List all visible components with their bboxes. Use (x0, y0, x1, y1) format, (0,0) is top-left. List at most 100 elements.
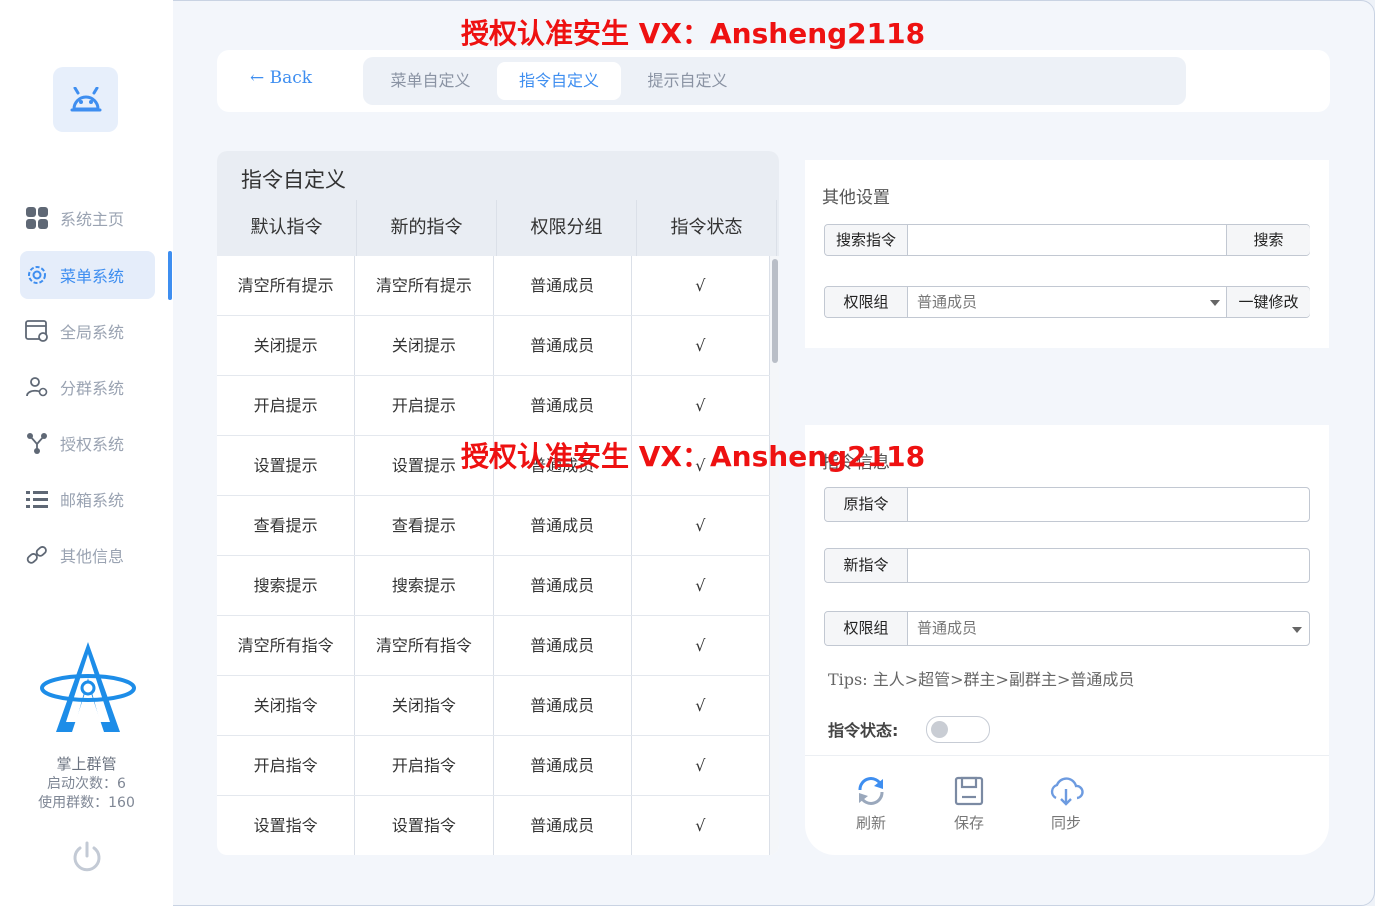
table-cell: 普通成员 (494, 616, 632, 675)
table-cell: 设置指令 (355, 796, 494, 855)
sidebar-item-home[interactable]: 系统主页 (20, 194, 155, 242)
sync-button[interactable]: 同步 (1036, 776, 1096, 833)
table-row[interactable]: 查看提示 查看提示 普通成员 √ (217, 496, 770, 556)
table-row[interactable]: 开启提示 开启提示 普通成员 √ (217, 376, 770, 436)
cloud-sync-icon (1050, 777, 1084, 806)
table-body: 清空所有提示 清空所有提示 普通成员 √ 关闭提示 关闭提示 普通成员 √ 开启提示 开启提示 普通… (217, 256, 770, 855)
table-cell: 搜索提示 (217, 556, 356, 615)
android-logo (53, 67, 118, 132)
power-icon[interactable] (70, 840, 104, 874)
refresh-label: 刷新 (855, 814, 886, 832)
users-icon (24, 374, 50, 400)
table-cell: 关闭指令 (355, 676, 494, 735)
new-command-label: 新指令 (825, 549, 908, 582)
table-row[interactable]: 关闭指令 关闭指令 普通成员 √ (217, 676, 770, 736)
table-cell: 设置指令 (217, 796, 356, 855)
toggle-knob (931, 721, 948, 738)
sidebar-item-label: 全局系统 (60, 323, 125, 342)
table-row[interactable]: 搜索提示 搜索提示 普通成员 √ (217, 556, 770, 616)
status-check-cell: √ (632, 256, 770, 315)
sidebar-item-label: 系统主页 (60, 210, 125, 229)
original-command-input[interactable] (917, 488, 1297, 521)
refresh-button[interactable]: 刷新 (841, 776, 901, 833)
new-command-input[interactable] (917, 549, 1297, 582)
sidebar-item-group[interactable]: 分群系统 (20, 363, 155, 411)
status-check-cell: √ (632, 316, 770, 375)
save-button[interactable]: 保存 (939, 776, 999, 833)
android-icon (70, 86, 101, 111)
table-cell: 清空所有指令 (355, 616, 494, 675)
tips-text: Tips: 主人>超管>群主>副群主>普通成员 (828, 670, 1135, 689)
sidebar-item-global[interactable]: 全局系统 (20, 307, 155, 355)
link-icon (24, 542, 50, 568)
save-label: 保存 (953, 814, 984, 832)
sidebar-item-auth[interactable]: 授权系统 (20, 419, 155, 467)
grid-icon (24, 205, 50, 231)
table-row[interactable]: 开启指令 开启指令 普通成员 √ (217, 736, 770, 796)
table-cell: 关闭提示 (217, 316, 356, 375)
table-cell: 清空所有提示 (355, 256, 494, 315)
launch-count: 启动次数：6 (47, 776, 126, 792)
group-label: 权限组 (825, 287, 908, 317)
group-select[interactable]: 普通成员 (917, 287, 977, 317)
sidebar: 系统主页 菜单系统 全局系统 分群系统 授权系统 邮箱系统 其他信息 掌上群管 … (0, 0, 173, 906)
table-cell: 普通成员 (494, 796, 632, 855)
status-check-cell: √ (632, 556, 770, 615)
list-icon (24, 486, 50, 512)
column-header[interactable]: 权限分组 (497, 200, 637, 256)
table-cell: 关闭提示 (355, 316, 494, 375)
window-settings-icon (24, 318, 50, 344)
table-cell: 普通成员 (494, 316, 632, 375)
status-label: 指令状态: (828, 721, 899, 740)
table-row[interactable]: 关闭提示 关闭提示 普通成员 √ (217, 316, 770, 376)
sync-label: 同步 (1050, 814, 1081, 832)
sidebar-item-mail[interactable]: 邮箱系统 (20, 475, 155, 523)
table-cell: 搜索提示 (355, 556, 494, 615)
chevron-down-icon[interactable] (1210, 300, 1220, 306)
save-icon (954, 776, 984, 806)
search-input[interactable] (917, 225, 1217, 255)
search-button[interactable]: 搜索 (1226, 225, 1310, 255)
table-title: 指令自定义 (241, 168, 346, 192)
bulk-modify-button[interactable]: 一键修改 (1226, 287, 1310, 317)
table-cell: 关闭指令 (217, 676, 356, 735)
chevron-down-icon[interactable] (1292, 627, 1302, 633)
table-cell: 开启指令 (355, 736, 494, 795)
column-header[interactable]: 指令状态 (637, 200, 777, 256)
table-cell: 普通成员 (494, 736, 632, 795)
table-cell: 普通成员 (494, 496, 632, 555)
scrollbar-thumb[interactable] (772, 259, 778, 363)
table-row[interactable]: 清空所有指令 清空所有指令 普通成员 √ (217, 616, 770, 676)
table-row[interactable]: 清空所有提示 清空所有提示 普通成员 √ (217, 256, 770, 316)
tab-command-custom[interactable]: 指令自定义 (497, 62, 621, 100)
status-check-cell: √ (632, 736, 770, 795)
group-select-field: 权限组 普通成员 一键修改 (824, 286, 1310, 318)
refresh-icon (858, 777, 884, 805)
sidebar-item-menu[interactable]: 菜单系统 (20, 251, 155, 299)
search-field: 搜索指令 搜索 (824, 224, 1310, 256)
status-check-cell: √ (632, 496, 770, 555)
status-toggle[interactable] (926, 716, 990, 743)
info-group-select[interactable]: 普通成员 (917, 612, 977, 645)
table-row[interactable]: 设置指令 设置指令 普通成员 √ (217, 796, 770, 855)
search-label: 搜索指令 (825, 225, 908, 255)
info-group-select-field: 权限组 普通成员 (824, 611, 1310, 646)
column-header[interactable]: 新的指令 (357, 200, 497, 256)
table-cell: 开启提示 (355, 376, 494, 435)
watermark-text: 授权认准安生 VX：Ansheng2118 (461, 17, 926, 50)
status-check-cell: √ (632, 616, 770, 675)
command-table-panel: 指令自定义 默认指令 新的指令 权限分组 指令状态 清空所有提示 清空所有提示 普通… (217, 151, 779, 855)
sidebar-item-other[interactable]: 其他信息 (20, 531, 155, 579)
brand-logo-icon (40, 642, 136, 732)
table-cell: 清空所有提示 (217, 256, 356, 315)
sidebar-item-label: 授权系统 (60, 435, 125, 454)
gear-icon (24, 262, 50, 288)
table-cell: 查看提示 (217, 496, 356, 555)
tab-menu-custom[interactable]: 菜单自定义 (368, 62, 493, 100)
tab-tip-custom[interactable]: 提示自定义 (625, 62, 750, 100)
sidebar-item-label: 菜单系统 (60, 267, 125, 286)
back-button[interactable]: ← Back (250, 68, 312, 88)
table-cell: 查看提示 (355, 496, 494, 555)
divider (805, 755, 1329, 756)
column-header[interactable]: 默认指令 (217, 200, 357, 256)
